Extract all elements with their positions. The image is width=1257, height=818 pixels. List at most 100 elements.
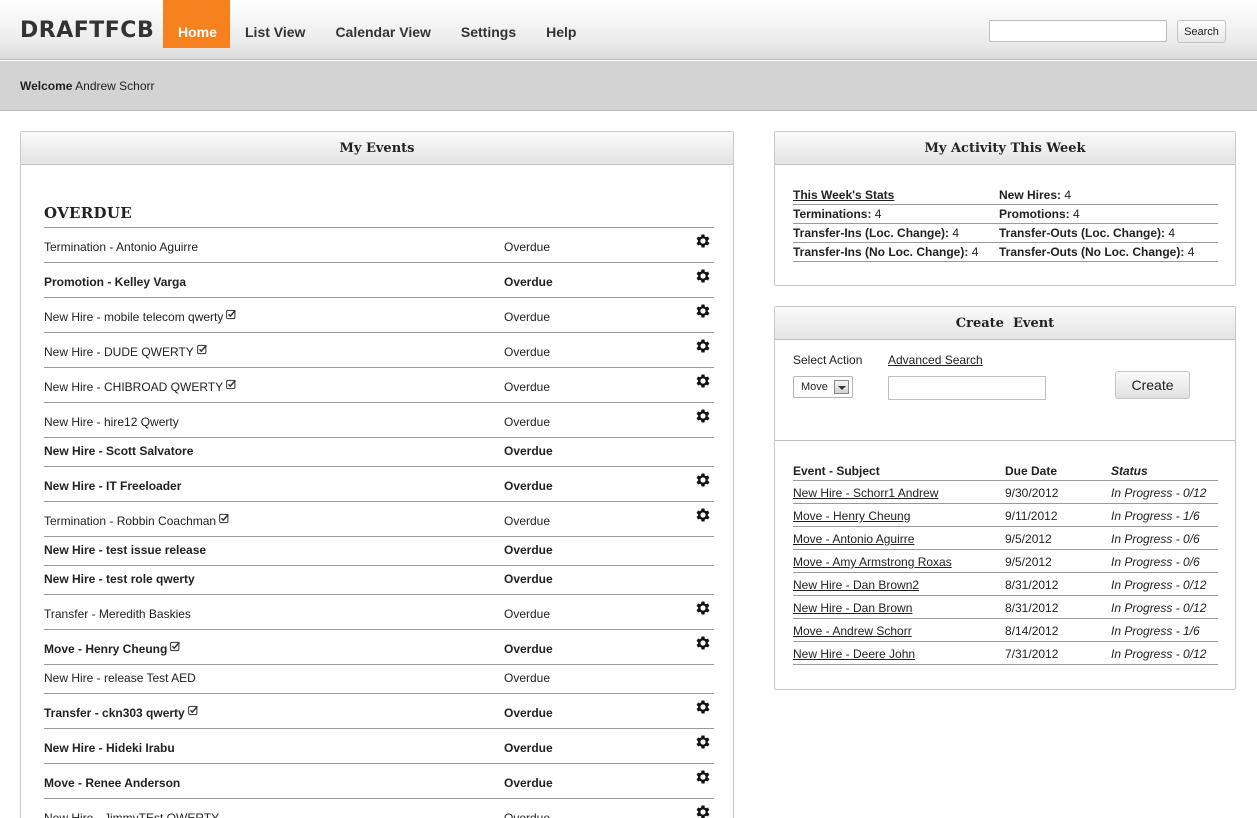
weeks-stats-link[interactable]: This Week's Stats [793,188,894,202]
action-select[interactable]: Move [793,376,853,398]
gear-icon[interactable] [694,506,712,524]
event-status: In Progress - 0/6 [1111,526,1218,550]
event-name[interactable]: New Hire - hire12 Qwerty [44,415,179,429]
event-subject-link[interactable]: Move - Antonio Aguirre [793,526,1005,550]
event-row[interactable]: New Hire - DUDE QWERTY Overdue [44,333,714,368]
search-button[interactable]: Search [1177,20,1226,43]
event-subject-link[interactable]: Move - Andrew Schorr [793,618,1005,642]
col-header-status[interactable]: Status [1111,464,1218,481]
stat-terminations: Terminations: 4 [793,207,881,221]
event-name[interactable]: New Hire - DUDE QWERTY [44,344,208,359]
event-name[interactable]: New Hire - release Test AED [44,671,196,685]
event-row[interactable]: Termination - Antonio Aguirre Overdue [44,228,714,263]
nav-list-view[interactable]: List View [230,0,320,48]
event-name[interactable]: Promotion - Kelley Varga [44,275,186,289]
event-subject-link[interactable]: New Hire - Dan Brown2 [793,572,1005,596]
event-name[interactable]: Move - Henry Cheung [44,641,181,656]
divider [775,440,1235,441]
gear-icon[interactable] [694,599,712,617]
gear-icon[interactable] [694,267,712,285]
checked-box-icon [187,705,199,716]
event-name[interactable]: New Hire - CHIBROAD QWERTY [44,379,237,394]
chevron-down-icon[interactable] [834,380,849,394]
event-status: Overdue [504,240,551,254]
event-row[interactable]: Move - Renee Anderson Overdue [44,764,714,799]
event-name[interactable]: New Hire - Hideki Irabu [44,741,175,755]
gear-icon[interactable] [694,372,712,390]
stat-value: 4 [1064,188,1072,202]
event-row[interactable]: New Hire - IT Freeloader Overdue [44,467,714,502]
nav-help[interactable]: Help [531,0,591,48]
gear-icon[interactable] [694,337,712,355]
event-status: Overdue [504,776,553,790]
event-name[interactable]: Transfer - ckn303 qwerty [44,705,199,720]
create-button[interactable]: Create [1115,371,1190,399]
gear-icon[interactable] [694,768,712,786]
stat-label: New Hires: [999,188,1062,202]
col-header-due-date[interactable]: Due Date [1005,464,1111,481]
gear-icon[interactable] [694,407,712,425]
checked-box-icon [196,344,208,355]
event-row[interactable]: Move - Henry Cheung Overdue [44,630,714,665]
gear-icon[interactable] [694,803,712,818]
event-name[interactable]: New Hire - JimmyTEst QWERTY [44,811,219,818]
event-name[interactable]: New Hire - Scott Salvatore [44,444,193,458]
table-row: New Hire - Dan Brown2 8/31/2012 In Progres… [793,572,1218,596]
stats-row: Transfer-Ins (No Loc. Change): 4 Transfe… [793,243,1218,262]
event-subject-link[interactable]: New Hire - Schorr1 Andrew [793,480,1005,504]
event-name[interactable]: Termination - Robbin Coachman [44,513,230,528]
brand-logo[interactable]: DRAFTFCB [20,18,154,43]
stat-label: Terminations: [793,207,872,221]
nav-calendar-view[interactable]: Calendar View [320,0,445,48]
event-subject-link[interactable]: Move - Henry Cheung [793,503,1005,527]
event-row[interactable]: New Hire - Scott Salvatore Overdue [44,438,714,467]
event-name[interactable]: Move - Renee Anderson [44,776,180,790]
nav-home[interactable]: Home [163,0,230,48]
event-row[interactable]: New Hire - JimmyTEst QWERTY Overdue [44,799,714,818]
event-row[interactable]: New Hire - mobile telecom qwerty Overdue [44,298,714,333]
event-row[interactable]: Termination - Robbin Coachman Overdue [44,502,714,537]
event-row[interactable]: New Hire - release Test AED Overdue [44,665,714,694]
event-status: Overdue [504,671,551,685]
event-status: In Progress - 0/6 [1111,549,1218,573]
event-row[interactable]: New Hire - test role qwerty Overdue [44,566,714,595]
event-name[interactable]: Transfer - Meredith Baskies [44,607,191,621]
event-status: Overdue [504,607,551,621]
stat-label: Promotions: [999,207,1070,221]
due-date: 9/11/2012 [1005,503,1111,527]
advanced-search-link[interactable]: Advanced Search [888,353,983,367]
event-name[interactable]: New Hire - test issue release [44,543,206,557]
event-row[interactable]: New Hire - Hideki Irabu Overdue [44,729,714,764]
table-row: Move - Amy Armstrong Roxas 9/5/2012 In Pro… [793,549,1218,573]
create-event-panel: Create Event Select Action Advanced Sear… [774,306,1236,690]
col-header-subject[interactable]: Event - Subject [793,464,1005,481]
event-row[interactable]: Transfer - ckn303 qwerty Overdue [44,694,714,729]
stat-transfer-ins-loc: Transfer-Ins (Loc. Change): 4 [793,226,959,240]
event-name[interactable]: New Hire - mobile telecom qwerty [44,309,237,324]
gear-icon[interactable] [694,698,712,716]
gear-icon[interactable] [694,302,712,320]
my-events-panel: My Events OVERDUE Termination - Antonio … [20,131,734,818]
gear-icon[interactable] [694,733,712,751]
event-row[interactable]: New Hire - test issue release Overdue [44,537,714,566]
stat-value: 4 [952,226,960,240]
event-subject-link[interactable]: New Hire - Deere John [793,641,1005,665]
event-name[interactable]: New Hire - test role qwerty [44,572,195,586]
nav-settings[interactable]: Settings [446,0,531,48]
event-subject-link[interactable]: Move - Amy Armstrong Roxas [793,549,1005,573]
event-name[interactable]: Termination - Antonio Aguirre [44,240,198,254]
gear-icon[interactable] [694,471,712,489]
event-row[interactable]: Transfer - Meredith Baskies Overdue [44,595,714,630]
event-row[interactable]: New Hire - hire12 Qwerty Overdue [44,403,714,438]
search-input[interactable] [989,20,1167,42]
event-subject-link[interactable]: New Hire - Dan Brown [793,595,1005,619]
event-row[interactable]: Promotion - Kelley Varga Overdue [44,263,714,298]
checked-box-icon [226,379,237,390]
event-row[interactable]: New Hire - CHIBROAD QWERTY Overdue [44,368,714,403]
gear-icon[interactable] [694,634,712,652]
checked-box-icon [219,513,230,524]
activity-panel: My Activity This Week This Week's Stats … [774,131,1236,286]
subject-input[interactable] [888,376,1046,400]
gear-icon[interactable] [694,232,712,250]
event-name[interactable]: New Hire - IT Freeloader [44,479,181,493]
